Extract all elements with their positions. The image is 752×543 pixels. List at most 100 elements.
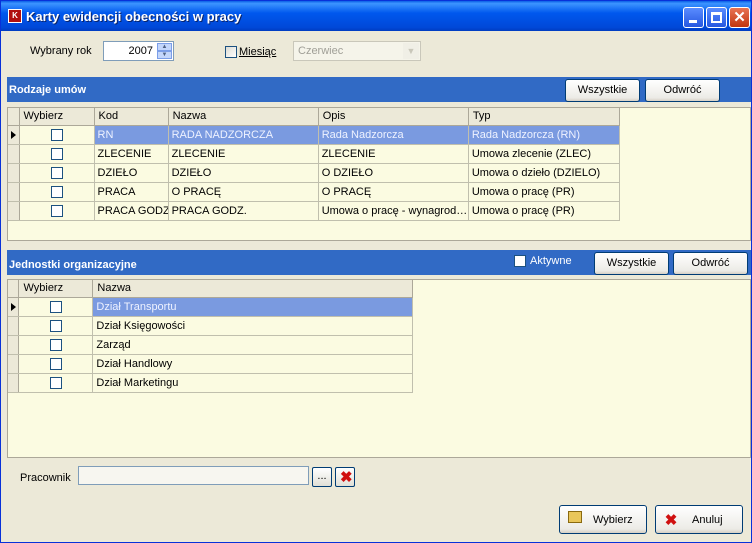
contracts-grid: Wybierz Kod Nazwa Opis Typ RN RADA NADZO… <box>7 107 751 241</box>
row-indicator <box>8 372 20 393</box>
window-title: Karty ewidencji obecności w pracy <box>26 9 242 24</box>
clear-employee-button[interactable]: ✖ <box>335 467 355 487</box>
row-checkbox[interactable] <box>50 128 63 141</box>
row-checkbox[interactable] <box>50 147 63 160</box>
table-row[interactable]: ZLECENIE ZLECENIE ZLECENIE Umowa zleceni… <box>8 143 621 164</box>
cell-typ: Umowa zlecenie (ZLEC) <box>468 143 621 164</box>
row-indicator <box>8 334 20 355</box>
select-button-label: Wybierz <box>593 514 633 526</box>
row-checkbox[interactable] <box>49 376 62 389</box>
units-grid: Wybierz Nazwa Dział Transportu Dział Ksi… <box>7 279 751 458</box>
month-label: Miesiąc <box>239 46 277 58</box>
select-button[interactable]: Wybierz <box>559 505 647 534</box>
employee-label: Pracownik <box>20 472 71 484</box>
cell-nazwa: Dział Księgowości <box>92 315 413 336</box>
table-row[interactable]: PRACA O PRACĘ O PRACĘ Umowa o pracę (PR) <box>8 181 621 202</box>
cell-nazwa: ZLECENIE <box>168 143 319 164</box>
cell-opis: O DZIEŁO <box>318 162 469 183</box>
row-indicator <box>8 296 20 317</box>
current-row-icon <box>11 130 16 139</box>
select-icon <box>566 511 584 527</box>
contracts-header-row: Wybierz Kod Nazwa Opis Typ <box>8 108 621 126</box>
column-header-opis[interactable]: Opis <box>318 108 469 126</box>
cell-nazwa: DZIEŁO <box>168 162 319 183</box>
maximize-icon <box>711 12 722 23</box>
cancel-button[interactable]: ✖ Anuluj <box>655 505 743 534</box>
cell-opis: O PRACĘ <box>318 181 469 202</box>
row-checkbox[interactable] <box>50 204 63 217</box>
month-checkbox[interactable] <box>225 46 237 58</box>
spin-up-icon[interactable]: ▲ <box>157 43 172 51</box>
cell-opis: Rada Nadzorcza <box>318 124 469 145</box>
row-checkbox[interactable] <box>49 319 62 332</box>
contracts-invert-button[interactable]: Odwróć <box>645 79 720 102</box>
column-header-wybierz[interactable]: Wybierz <box>19 108 95 126</box>
cell-kod: DZIEŁO <box>94 162 169 183</box>
units-section-title: Jednostki organizacyjne <box>9 259 137 271</box>
row-checkbox[interactable] <box>49 300 62 313</box>
table-row[interactable]: RN RADA NADZORCZA Rada Nadzorcza Rada Na… <box>8 124 621 145</box>
cancel-button-label: Anuluj <box>692 514 723 526</box>
cell-nazwa: Zarząd <box>92 334 413 355</box>
cell-opis: ZLECENIE <box>318 143 469 164</box>
contracts-all-button[interactable]: Wszystkie <box>565 79 640 102</box>
row-indicator <box>8 124 20 145</box>
close-icon: ✕ <box>733 9 746 26</box>
title-bar[interactable]: K Karty ewidencji obecności w pracy ✕ <box>1 1 751 31</box>
cancel-icon: ✖ <box>664 512 678 529</box>
cell-kod: PRACA GODZ <box>94 200 169 221</box>
month-select[interactable]: Czerwiec ▼ <box>293 41 421 61</box>
row-indicator <box>8 143 20 164</box>
table-row[interactable]: Dział Marketingu <box>8 372 413 393</box>
row-checkbox[interactable] <box>50 166 63 179</box>
row-checkbox[interactable] <box>49 357 62 370</box>
cell-nazwa: PRACA GODZ. <box>168 200 319 221</box>
column-header-typ[interactable]: Typ <box>468 108 621 126</box>
maximize-button[interactable] <box>706 7 727 28</box>
column-header-nazwa[interactable]: Nazwa <box>168 108 319 126</box>
contracts-section-title: Rodzaje umów <box>9 84 87 96</box>
table-row[interactable]: Zarząd <box>8 334 413 355</box>
cell-nazwa: O PRACĘ <box>168 181 319 202</box>
row-indicator <box>8 353 20 374</box>
row-indicator <box>8 162 20 183</box>
cell-kod: PRACA <box>94 181 169 202</box>
minimize-icon <box>689 20 697 23</box>
table-row[interactable]: Dział Księgowości <box>8 315 413 336</box>
active-label: Aktywne <box>530 255 572 267</box>
row-checkbox[interactable] <box>49 338 62 351</box>
column-header-wybierz[interactable]: Wybierz <box>18 280 94 298</box>
app-icon: K <box>8 9 22 23</box>
cell-opis: Umowa o pracę - wynagrod… <box>318 200 469 221</box>
row-indicator <box>8 181 20 202</box>
table-row[interactable]: DZIEŁO DZIEŁO O DZIEŁO Umowa o dzieło (D… <box>8 162 621 183</box>
table-row[interactable]: Dział Transportu <box>8 296 413 317</box>
cell-typ: Umowa o pracę (PR) <box>468 200 621 221</box>
column-header-kod[interactable]: Kod <box>94 108 169 126</box>
units-header-row: Wybierz Nazwa <box>8 280 413 298</box>
table-row[interactable]: Dział Handlowy <box>8 353 413 374</box>
cell-nazwa: Dział Marketingu <box>92 372 413 393</box>
row-indicator <box>8 200 20 221</box>
year-label: Wybrany rok <box>30 45 92 57</box>
cell-typ: Umowa o pracę (PR) <box>468 181 621 202</box>
employee-field[interactable] <box>78 466 309 485</box>
active-checkbox[interactable] <box>514 255 526 267</box>
close-button[interactable]: ✕ <box>729 7 750 28</box>
cell-kod: RN <box>94 124 169 145</box>
units-invert-button[interactable]: Odwróć <box>673 252 748 275</box>
cell-typ: Rada Nadzorcza (RN) <box>468 124 621 145</box>
cell-nazwa: Dział Handlowy <box>92 353 413 374</box>
table-row[interactable]: PRACA GODZ PRACA GODZ. Umowa o pracę - w… <box>8 200 621 221</box>
year-spinner[interactable]: 2007 ▲ ▼ <box>103 41 174 61</box>
minimize-button[interactable] <box>683 7 704 28</box>
current-row-icon <box>11 302 16 311</box>
cell-nazwa: Dział Transportu <box>92 296 413 317</box>
row-checkbox[interactable] <box>50 185 63 198</box>
chevron-down-icon: ▼ <box>403 43 419 59</box>
column-header-nazwa[interactable]: Nazwa <box>92 280 413 298</box>
units-all-button[interactable]: Wszystkie <box>594 252 669 275</box>
spin-down-icon[interactable]: ▼ <box>157 51 172 59</box>
contracts-section-header: Rodzaje umów Wszystkie Odwróć <box>7 77 751 102</box>
browse-button[interactable]: ... <box>312 467 332 487</box>
